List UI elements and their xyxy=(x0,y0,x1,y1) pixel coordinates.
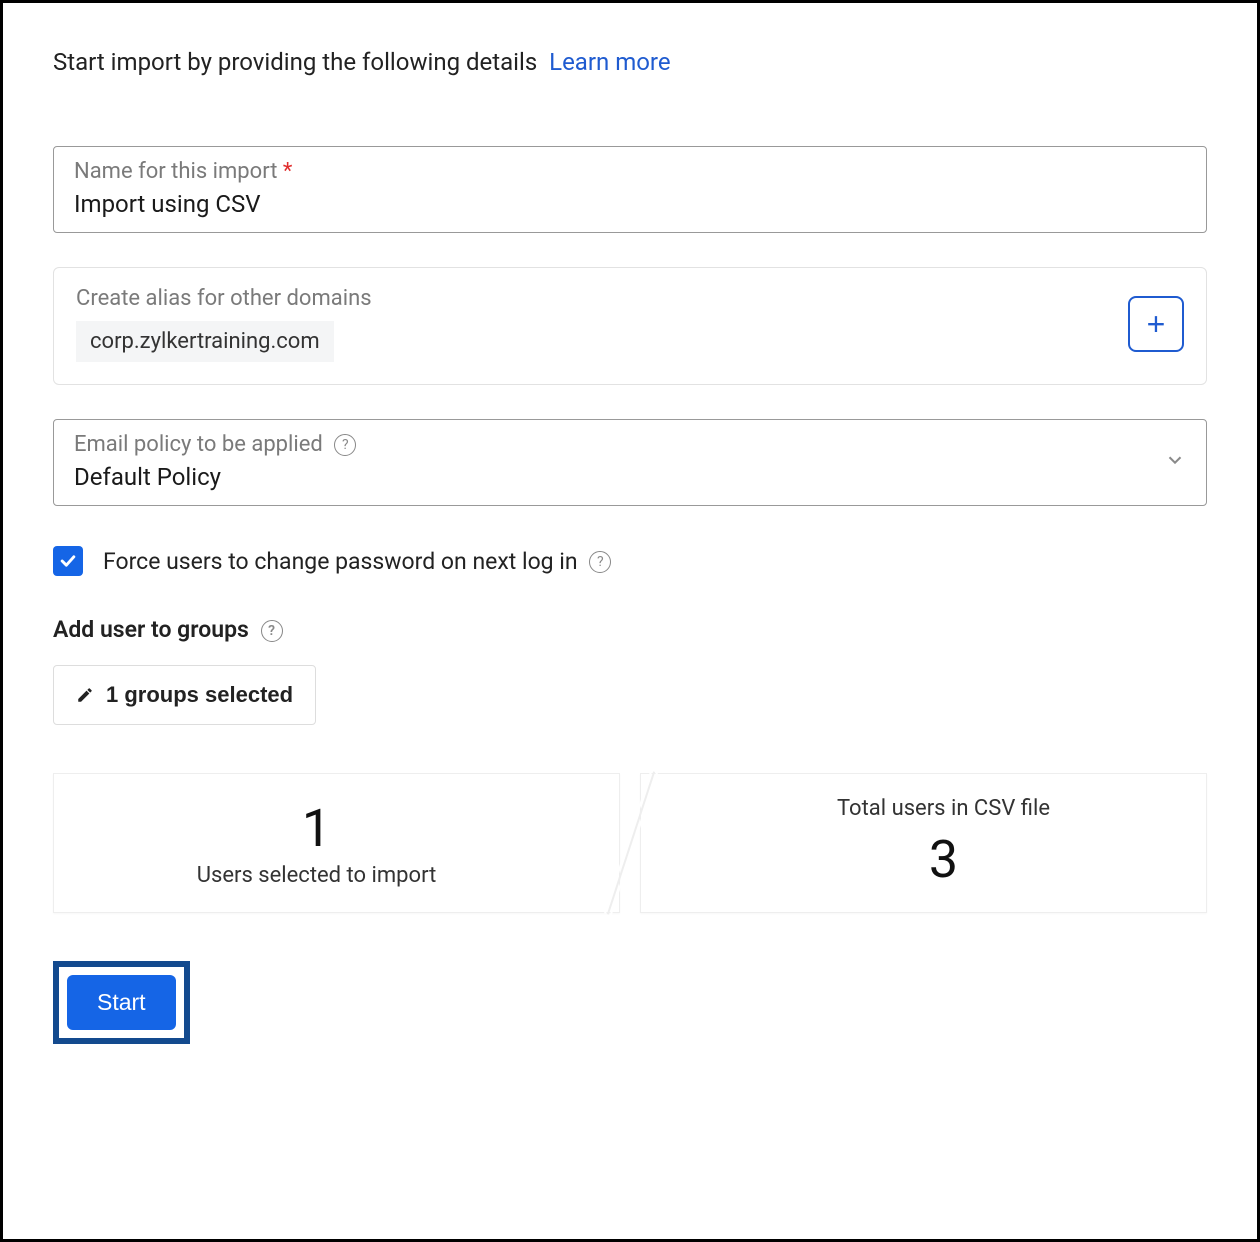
policy-left: Email policy to be applied ? Default Pol… xyxy=(74,432,356,491)
help-icon[interactable]: ? xyxy=(261,620,283,642)
force-password-row: Force users to change password on next l… xyxy=(53,546,1207,576)
import-name-label-text: Name for this import xyxy=(74,159,277,184)
pencil-icon xyxy=(76,686,94,704)
intro-line: Start import by providing the following … xyxy=(53,48,1207,76)
alias-field: Create alias for other domains corp.zylk… xyxy=(53,267,1207,385)
alias-left: Create alias for other domains corp.zylk… xyxy=(76,286,372,362)
alias-domain-chip[interactable]: corp.zylkertraining.com xyxy=(76,321,334,362)
learn-more-link[interactable]: Learn more xyxy=(549,48,670,76)
stat-selected-label: Users selected to import xyxy=(197,863,437,888)
groups-section-label-text: Add user to groups xyxy=(53,616,249,643)
chevron-down-icon xyxy=(1164,449,1186,475)
import-form-page: Start import by providing the following … xyxy=(0,0,1260,1242)
plus-icon: + xyxy=(1147,308,1166,340)
policy-label: Email policy to be applied ? xyxy=(74,432,356,457)
import-name-field[interactable]: Name for this import * xyxy=(53,146,1207,233)
alias-label: Create alias for other domains xyxy=(76,286,372,311)
stat-selected-count: 1 xyxy=(302,798,331,859)
add-alias-button[interactable]: + xyxy=(1128,296,1184,352)
help-icon[interactable]: ? xyxy=(589,551,611,573)
intro-text: Start import by providing the following … xyxy=(53,48,537,76)
start-button[interactable]: Start xyxy=(67,975,176,1030)
groups-button-label: 1 groups selected xyxy=(106,682,293,708)
start-button-highlight: Start xyxy=(53,961,190,1044)
stat-total-count: 3 xyxy=(929,829,958,890)
import-name-input[interactable] xyxy=(74,190,1186,218)
groups-section-label: Add user to groups ? xyxy=(53,616,1207,643)
email-policy-select[interactable]: Email policy to be applied ? Default Pol… xyxy=(53,419,1207,506)
force-password-label-text: Force users to change password on next l… xyxy=(103,548,578,575)
check-icon xyxy=(58,551,78,571)
stat-total-label: Total users in CSV file xyxy=(837,796,1050,821)
policy-value: Default Policy xyxy=(74,463,356,491)
stat-selected-users: 1 Users selected to import xyxy=(53,773,620,913)
force-password-checkbox[interactable] xyxy=(53,546,83,576)
policy-label-text: Email policy to be applied xyxy=(74,432,323,457)
import-name-label: Name for this import * xyxy=(74,159,1186,184)
help-icon[interactable]: ? xyxy=(334,434,356,456)
stat-total-users: Total users in CSV file 3 xyxy=(640,773,1207,913)
required-asterisk: * xyxy=(283,159,292,184)
stat-divider xyxy=(610,773,650,913)
groups-selected-button[interactable]: 1 groups selected xyxy=(53,665,316,725)
force-password-label: Force users to change password on next l… xyxy=(103,548,611,575)
stats-row: 1 Users selected to import Total users i… xyxy=(53,773,1207,913)
